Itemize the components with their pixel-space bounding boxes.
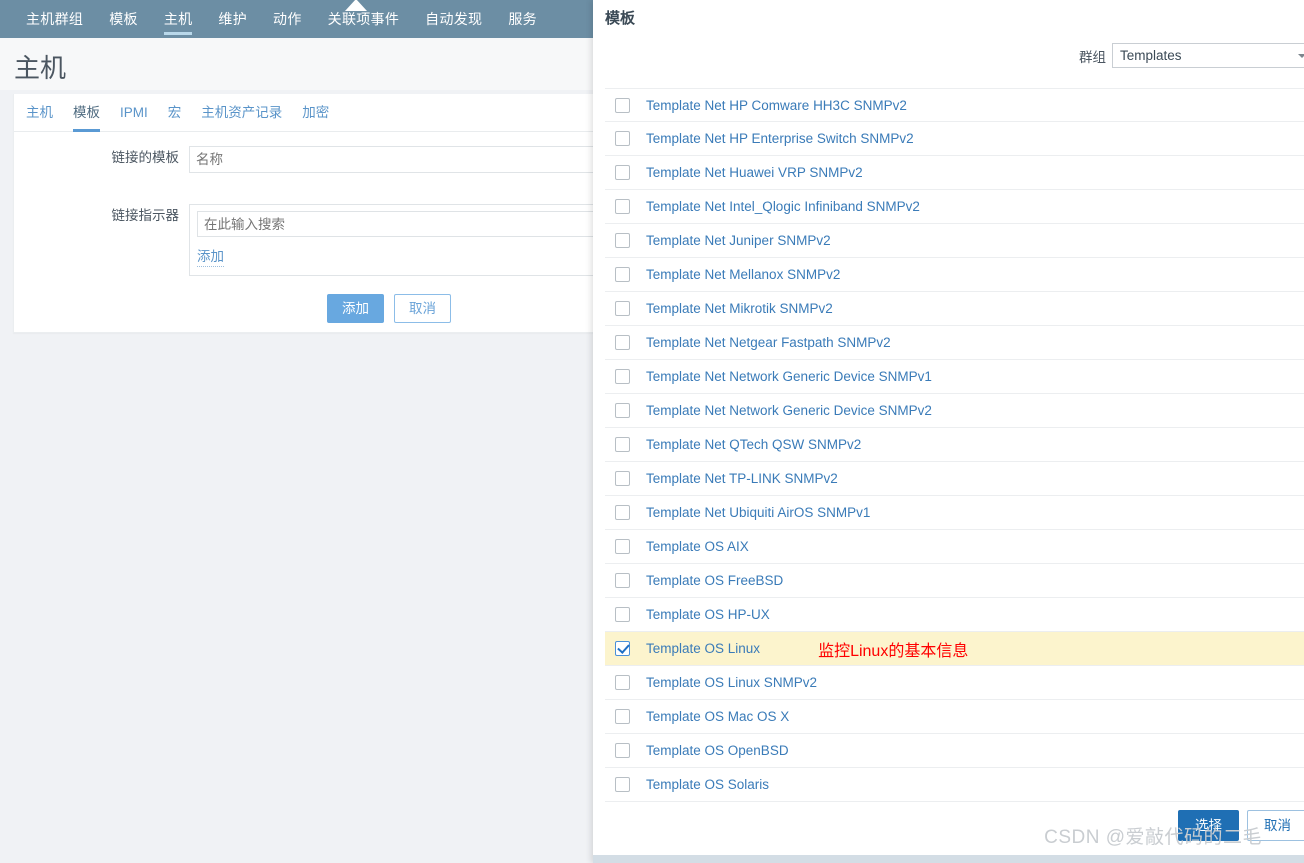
form-submit-button[interactable]: 添加 (327, 294, 384, 323)
checkbox-icon[interactable] (615, 437, 630, 452)
checkbox-icon[interactable] (615, 403, 630, 418)
template-row[interactable]: Template Net Network Generic Device SNMP… (605, 360, 1304, 394)
nav-item-host-groups[interactable]: 主机群组 (26, 0, 83, 38)
checkbox-icon[interactable] (615, 233, 630, 248)
checkbox-icon[interactable] (615, 199, 630, 214)
template-row[interactable]: Template OS HP-UX (605, 598, 1304, 632)
tab-ipmi[interactable]: IPMI (120, 94, 148, 132)
template-name-link[interactable]: Template OS Solaris (646, 777, 769, 792)
tab-host[interactable]: 主机 (26, 94, 53, 132)
template-name-link[interactable]: Template OS AIX (646, 539, 749, 554)
template-picker-dialog: 模板 群组 Templates Template Net HP Comware … (593, 0, 1304, 863)
checkbox-icon[interactable] (615, 471, 630, 486)
group-filter-value: Templates (1120, 48, 1182, 63)
template-name-link[interactable]: Template Net Network Generic Device SNMP… (646, 369, 932, 384)
template-name-link[interactable]: Template Net HP Comware HH3C SNMPv2 (646, 98, 907, 113)
template-name-link[interactable]: Template Net Juniper SNMPv2 (646, 233, 831, 248)
template-row[interactable]: Template Net TP-LINK SNMPv2 (605, 462, 1304, 496)
checkbox-icon[interactable] (615, 573, 630, 588)
template-row[interactable]: Template Net Mikrotik SNMPv2 (605, 292, 1304, 326)
watermark: CSDN @爱敲代码的二毛 (1044, 827, 1262, 848)
nav-item-event-correlation[interactable]: 关联项事件 (328, 0, 400, 38)
template-name-link[interactable]: Template Net Mikrotik SNMPv2 (646, 301, 833, 316)
checkbox-icon[interactable] (615, 675, 630, 690)
checkbox-checked-icon[interactable] (615, 641, 630, 656)
template-row[interactable]: Template Net HP Enterprise Switch SNMPv2 (605, 122, 1304, 156)
template-row[interactable]: Template OS Solaris (605, 768, 1304, 802)
checkbox-icon[interactable] (615, 743, 630, 758)
nav-item-maintenance[interactable]: 维护 (218, 0, 247, 38)
nav-item-templates[interactable]: 模板 (109, 0, 138, 38)
dialog-title: 模板 (605, 10, 636, 27)
checkbox-icon[interactable] (615, 777, 630, 792)
template-row[interactable]: Template Net Ubiquiti AirOS SNMPv1 (605, 496, 1304, 530)
template-name-link[interactable]: Template OS Linux SNMPv2 (646, 675, 817, 690)
checkbox-icon[interactable] (615, 301, 630, 316)
template-name-link[interactable]: Template Net Mellanox SNMPv2 (646, 267, 840, 282)
form-action-buttons: 添加 取消 (327, 294, 451, 323)
template-row[interactable]: Template Net Network Generic Device SNMP… (605, 394, 1304, 428)
checkbox-icon[interactable] (615, 165, 630, 180)
nav-item-actions[interactable]: 动作 (273, 0, 302, 38)
screen: 主机群组 模板 主机 维护 动作 关联项事件 自动发现 服务 主机 主机 模板 … (0, 0, 1304, 863)
template-name-link[interactable]: Template Net QTech QSW SNMPv2 (646, 437, 861, 452)
checkbox-icon[interactable] (615, 267, 630, 282)
template-row[interactable]: Template Net Juniper SNMPv2 (605, 224, 1304, 258)
template-name-link[interactable]: Template Net Ubiquiti AirOS SNMPv1 (646, 505, 870, 520)
template-row[interactable]: Template Net QTech QSW SNMPv2 (605, 428, 1304, 462)
group-filter: 群组 Templates (1079, 43, 1304, 68)
template-row[interactable]: Template OS Linux 监控Linux的基本信息 (605, 632, 1304, 666)
tab-host-inventory[interactable]: 主机资产记录 (201, 94, 282, 132)
checkbox-icon[interactable] (615, 131, 630, 146)
checkbox-icon[interactable] (615, 607, 630, 622)
template-name-link[interactable]: Template Net Intel_Qlogic Infiniband SNM… (646, 199, 920, 214)
template-name-link[interactable]: Template Net Network Generic Device SNMP… (646, 403, 932, 418)
nav-item-services[interactable]: 服务 (508, 0, 537, 38)
template-name-link[interactable]: Template Net TP-LINK SNMPv2 (646, 471, 838, 486)
group-filter-select[interactable]: Templates (1112, 43, 1304, 68)
tab-encryption[interactable]: 加密 (302, 94, 329, 132)
template-name-link[interactable]: Template Net HP Enterprise Switch SNMPv2 (646, 131, 914, 146)
template-row[interactable]: Template OS Mac OS X (605, 700, 1304, 734)
add-template-link[interactable]: 添加 (197, 245, 224, 267)
template-row[interactable]: Template OS OpenBSD (605, 734, 1304, 768)
template-name-link[interactable]: Template OS Mac OS X (646, 709, 789, 724)
checkbox-icon[interactable] (615, 505, 630, 520)
link-indicator-label: 链接指示器 (111, 208, 180, 223)
checkbox-icon[interactable] (615, 335, 630, 350)
template-name-link[interactable]: Template OS OpenBSD (646, 743, 789, 758)
template-name-link[interactable]: Template OS Linux (646, 641, 760, 656)
checkbox-icon[interactable] (615, 369, 630, 384)
form-cancel-button[interactable]: 取消 (394, 294, 451, 323)
template-row[interactable]: Template Net Intel_Qlogic Infiniband SNM… (605, 190, 1304, 224)
template-row[interactable]: Template OS FreeBSD (605, 564, 1304, 598)
group-filter-label: 群组 (1079, 49, 1106, 65)
nav-item-discovery[interactable]: 自动发现 (425, 0, 482, 38)
template-row[interactable]: Template Net Netgear Fastpath SNMPv2 (605, 326, 1304, 360)
template-list: Template Net HP Comware HH3C SNMPv2 Templ… (605, 88, 1304, 802)
tab-macros[interactable]: 宏 (168, 94, 182, 132)
template-name-link[interactable]: Template Net Netgear Fastpath SNMPv2 (646, 335, 891, 350)
template-name-link[interactable]: Template Net Huawei VRP SNMPv2 (646, 165, 863, 180)
checkbox-icon[interactable] (615, 97, 630, 113)
nav-item-hosts[interactable]: 主机 (163, 0, 193, 38)
chevron-down-icon (1298, 53, 1304, 58)
template-row[interactable]: Template Net HP Comware HH3C SNMPv2 (605, 88, 1304, 122)
annotation-text: 监控Linux的基本信息 (818, 642, 969, 660)
tab-templates[interactable]: 模板 (73, 94, 100, 132)
template-row[interactable]: Template OS AIX (605, 530, 1304, 564)
checkbox-icon[interactable] (615, 709, 630, 724)
template-row[interactable]: Template OS Linux SNMPv2 (605, 666, 1304, 700)
template-name-link[interactable]: Template OS FreeBSD (646, 573, 783, 588)
bottom-status-bar (593, 855, 1304, 863)
linked-templates-label: 链接的模板 (111, 150, 180, 165)
checkbox-icon[interactable] (615, 539, 630, 554)
template-name-link[interactable]: Template OS HP-UX (646, 607, 770, 622)
page-title: 主机 (14, 53, 67, 83)
template-row[interactable]: Template Net Mellanox SNMPv2 (605, 258, 1304, 292)
template-row[interactable]: Template Net Huawei VRP SNMPv2 (605, 156, 1304, 190)
